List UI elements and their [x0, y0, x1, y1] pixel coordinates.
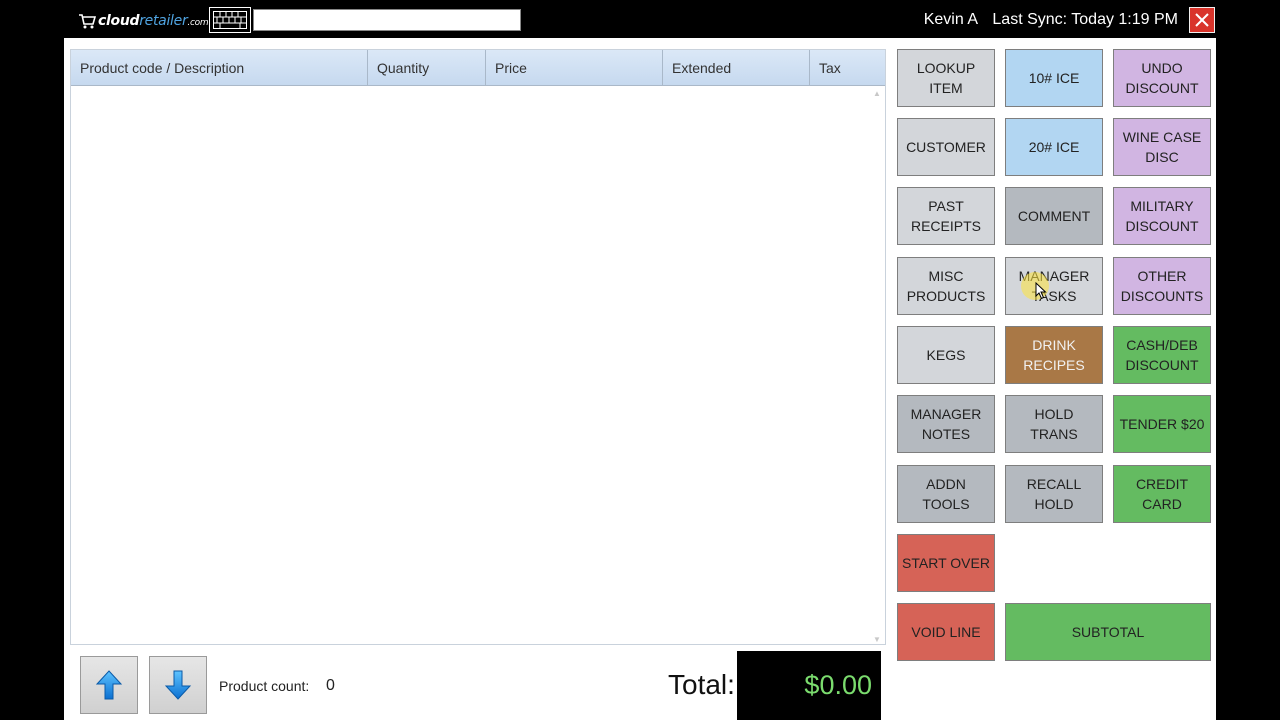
addn-tools-button[interactable]: ADDN TOOLS: [897, 465, 995, 523]
close-button[interactable]: [1189, 7, 1215, 33]
scan-input[interactable]: [253, 9, 521, 31]
manager-notes-button[interactable]: MANAGER NOTES: [897, 395, 995, 453]
pos-main-panel: Product code / Description Quantity Pric…: [64, 38, 1216, 720]
col-header-extended[interactable]: Extended: [663, 50, 810, 85]
subtotal-button[interactable]: SUBTOTAL: [1005, 603, 1211, 661]
comment-button[interactable]: COMMENT: [1005, 187, 1103, 245]
hold-trans-button[interactable]: HOLD TRANS: [1005, 395, 1103, 453]
close-icon: [1195, 13, 1209, 27]
keyboard-button[interactable]: [209, 7, 251, 33]
col-header-quantity[interactable]: Quantity: [368, 50, 486, 85]
void-line-button[interactable]: VOID LINE: [897, 603, 995, 661]
product-count-value: 0: [326, 677, 335, 694]
total-display: $0.00: [737, 651, 881, 720]
ice-20-button[interactable]: 20# ICE: [1005, 118, 1103, 176]
cart-icon: [79, 14, 96, 29]
arrow-up-icon: [95, 670, 123, 700]
kegs-button[interactable]: KEGS: [897, 326, 995, 384]
undo-discount-button[interactable]: UNDO DISCOUNT: [1113, 49, 1211, 107]
user-name: Kevin A: [923, 11, 978, 28]
drink-recipes-button[interactable]: DRINK RECIPES: [1005, 326, 1103, 384]
total-value: $0.00: [804, 670, 872, 700]
credit-card-button[interactable]: CREDIT CARD: [1113, 465, 1211, 523]
misc-products-button[interactable]: MISC PRODUCTS: [897, 257, 995, 315]
wine-case-disc-button[interactable]: WINE CASE DISC: [1113, 118, 1211, 176]
total-label: Total:: [668, 669, 735, 700]
logo-text: cloudretailer.com: [98, 13, 209, 29]
lookup-item-button[interactable]: LOOKUP ITEM: [897, 49, 995, 107]
col-header-tax[interactable]: Tax: [810, 50, 885, 85]
scroll-down-icon[interactable]: ▼: [873, 635, 881, 644]
ice-10-button[interactable]: 10# ICE: [1005, 49, 1103, 107]
product-count-label: Product count:: [219, 678, 310, 694]
cash-deb-discount-button[interactable]: CASH/DEB DISCOUNT: [1113, 326, 1211, 384]
col-header-product[interactable]: Product code / Description: [71, 50, 368, 85]
keyboard-icon: [213, 11, 247, 29]
app-logo: cloudretailer.com: [78, 8, 209, 34]
past-receipts-button[interactable]: PAST RECEIPTS: [897, 187, 995, 245]
manager-tasks-button[interactable]: MANAGER TASKS: [1005, 257, 1103, 315]
recall-hold-button[interactable]: RECALL HOLD: [1005, 465, 1103, 523]
col-header-price[interactable]: Price: [486, 50, 663, 85]
military-discount-button[interactable]: MILITARY DISCOUNT: [1113, 187, 1211, 245]
grid-header: Product code / Description Quantity Pric…: [71, 50, 885, 86]
customer-button[interactable]: CUSTOMER: [897, 118, 995, 176]
scroll-up-icon[interactable]: ▲: [873, 89, 881, 98]
scroll-down-button[interactable]: [149, 656, 207, 714]
grid-scrollbar[interactable]: ▲ ▼: [871, 86, 883, 644]
other-discounts-button[interactable]: OTHER DISCOUNTS: [1113, 257, 1211, 315]
start-over-button[interactable]: START OVER: [897, 534, 995, 592]
mouse-cursor-icon: [1035, 282, 1047, 300]
transaction-grid: Product code / Description Quantity Pric…: [70, 49, 886, 645]
arrow-down-icon: [164, 670, 192, 700]
tender-20-button[interactable]: TENDER $20: [1113, 395, 1211, 453]
scroll-up-button[interactable]: [80, 656, 138, 714]
last-sync: Last Sync: Today 1:19 PM: [992, 11, 1178, 28]
